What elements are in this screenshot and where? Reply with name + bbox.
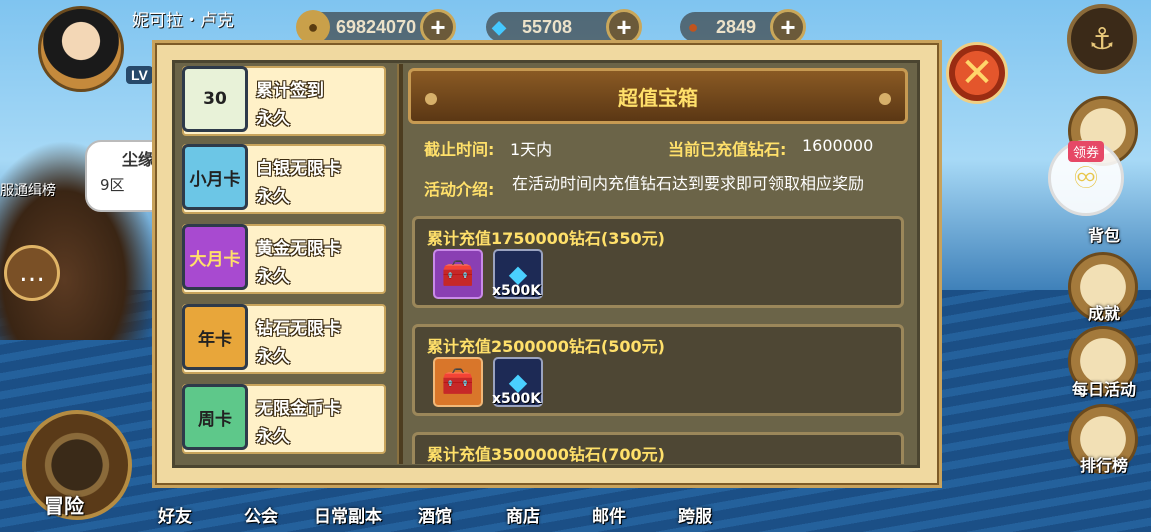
treasure-chest-icon[interactable]: 🧰 bbox=[433, 249, 483, 299]
deadline-label: 截止时间: bbox=[424, 140, 495, 159]
nav-shop[interactable]: 商店 bbox=[506, 502, 540, 527]
event-item-title: 累计签到 bbox=[256, 81, 324, 101]
bolt-icon bbox=[425, 93, 437, 105]
desc-label: 活动介绍: bbox=[424, 180, 495, 199]
coin-card-icon: 周卡 bbox=[182, 384, 248, 450]
treasure-chest-icon[interactable]: 🧰 bbox=[433, 357, 483, 407]
bolt-icon bbox=[879, 93, 891, 105]
event-item-title: 黄金无限卡 bbox=[256, 239, 341, 259]
charged-value: 1600000 bbox=[802, 136, 874, 155]
diamond-counter: ◆ 55708 + bbox=[486, 9, 642, 45]
calendar-icon: 30 bbox=[182, 66, 248, 132]
event-item-diamond-card[interactable]: 年卡 钻石无限卡 永久 bbox=[182, 304, 386, 374]
stamina-counter: ● 2849 + bbox=[680, 9, 806, 45]
event-item-gold-card[interactable]: 大月卡 黄金无限卡 永久 bbox=[182, 224, 386, 294]
coin-icon: ● bbox=[296, 10, 330, 44]
event-item-silver-card[interactable]: 小月卡 白银无限卡 永久 bbox=[182, 144, 386, 214]
achievement-label[interactable]: 成就 bbox=[1064, 300, 1144, 324]
player-avatar[interactable] bbox=[38, 6, 124, 92]
event-item-title: 白银无限卡 bbox=[256, 159, 341, 179]
tier-title: 累计充值2500000钻石(500元) bbox=[427, 337, 665, 356]
nav-daily-dungeon[interactable]: 日常副本 bbox=[314, 502, 382, 527]
event-detail: 超值宝箱 截止时间: 1天内 当前已充值钻石: 1600000 活动介绍: 在活… bbox=[406, 64, 914, 464]
gold-counter: ● 69824070 + bbox=[296, 9, 456, 45]
event-list[interactable]: 30 累计签到 永久 小月卡 白银无限卡 永久 大月卡 黄金无限卡 永久 年卡 … bbox=[178, 64, 400, 464]
detail-banner: 超值宝箱 bbox=[408, 68, 908, 124]
event-item-signin[interactable]: 30 累计签到 永久 bbox=[182, 66, 386, 136]
diamond-reward-icon[interactable]: ◆ x500K bbox=[492, 249, 543, 299]
rank-title: 尘缘 bbox=[122, 150, 155, 169]
daily-activity-label[interactable]: 每日活动 bbox=[1064, 376, 1144, 400]
deadline-value: 1天内 bbox=[510, 140, 553, 159]
nav-mail[interactable]: 邮件 bbox=[592, 502, 626, 527]
detail-title: 超值宝箱 bbox=[618, 85, 698, 110]
leaderboard-label[interactable]: 排行榜 bbox=[1064, 452, 1144, 476]
diamond-value: 55708 bbox=[522, 16, 573, 37]
nav-friends[interactable]: 好友 bbox=[158, 502, 192, 527]
reward-tier: 累计充值1750000钻石(350元) 🧰 ◆ x500K bbox=[412, 216, 904, 308]
adventure-label[interactable]: 冒险 bbox=[44, 490, 84, 519]
close-icon[interactable]: ✕ bbox=[946, 42, 1008, 104]
nav-tavern[interactable]: 酒馆 bbox=[418, 502, 452, 527]
nav-guild[interactable]: 公会 bbox=[244, 502, 278, 527]
compass-icon[interactable]: ⚓ bbox=[1067, 4, 1137, 74]
event-item-duration: 永久 bbox=[256, 109, 290, 129]
reward-tier: 累计充值3500000钻石(700元) bbox=[412, 432, 904, 464]
level-badge: LV bbox=[126, 66, 153, 84]
tier-title: 累计充值1750000钻石(350元) bbox=[427, 229, 665, 248]
event-item-duration: 永久 bbox=[256, 427, 290, 447]
event-item-duration: 永久 bbox=[256, 187, 290, 207]
rank-label: 服通缉榜 bbox=[0, 183, 56, 199]
event-item-duration: 永久 bbox=[256, 347, 290, 367]
event-item-title: 钻石无限卡 bbox=[256, 319, 341, 339]
event-item-duration: 永久 bbox=[256, 267, 290, 287]
list-scrollbar[interactable] bbox=[397, 64, 403, 464]
diamond-card-icon: 年卡 bbox=[182, 304, 248, 370]
gold-value: 69824070 bbox=[336, 16, 417, 37]
backpack-label[interactable]: 背包 bbox=[1064, 222, 1144, 246]
silver-card-icon: 小月卡 bbox=[182, 144, 248, 210]
tier-title: 累计充值3500000钻石(700元) bbox=[427, 445, 665, 464]
chat-icon[interactable]: … bbox=[4, 245, 60, 301]
coupon-tag: 领券 bbox=[1068, 141, 1105, 162]
player-name: 妮可拉・卢克 bbox=[132, 11, 234, 31]
reward-tier: 累计充值2500000钻石(500元) 🧰 ◆ x500K bbox=[412, 324, 904, 416]
diamond-reward-icon[interactable]: ◆ x500K bbox=[492, 357, 543, 407]
event-item-title: 无限金币卡 bbox=[256, 399, 341, 419]
event-item-coin-card[interactable]: 周卡 无限金币卡 永久 bbox=[182, 384, 386, 454]
diamond-icon: ◆ bbox=[492, 16, 506, 37]
meat-icon: ● bbox=[687, 16, 699, 37]
gold-card-icon: 大月卡 bbox=[182, 224, 248, 290]
stamina-value: 2849 bbox=[716, 16, 757, 37]
desc-value: 在活动时间内充值钻石达到要求即可领取相应奖励 bbox=[512, 174, 865, 193]
nav-cross-server[interactable]: 跨服 bbox=[678, 502, 712, 527]
rank-server: 9区 bbox=[100, 176, 125, 194]
charged-label: 当前已充值钻石: bbox=[668, 140, 787, 159]
